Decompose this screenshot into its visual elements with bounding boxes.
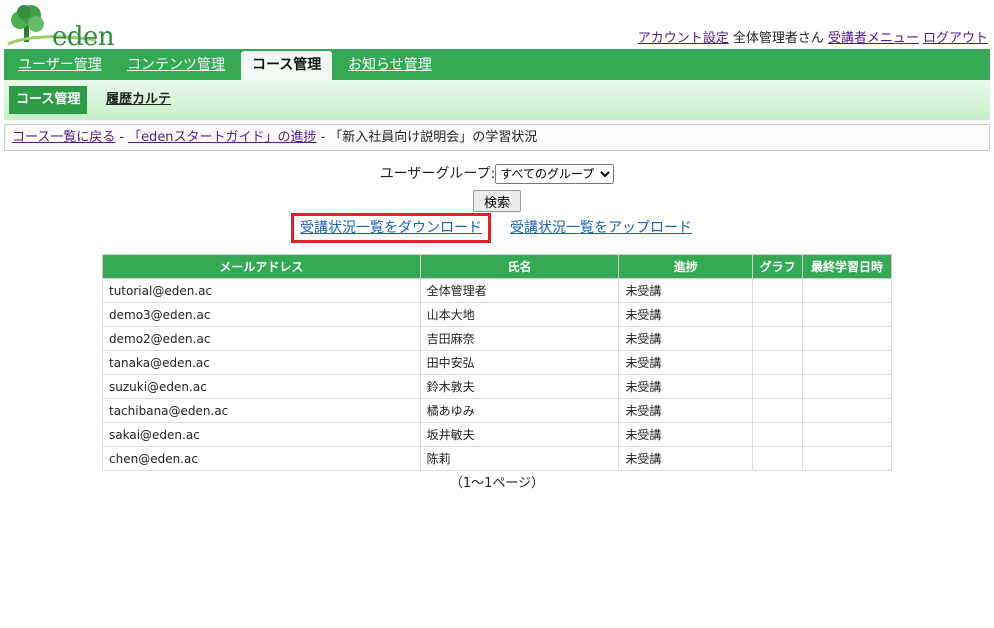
cell-graph xyxy=(752,278,804,303)
breadcrumb-course-list-link[interactable]: コース一覧に戻る xyxy=(12,130,115,145)
tab-notice-management[interactable]: お知らせ管理 xyxy=(348,51,432,80)
tab-course-management[interactable]: コース管理 xyxy=(241,51,333,80)
col-header-graph: グラフ xyxy=(752,254,804,279)
cell-email: tachibana@eden.ac xyxy=(102,398,421,423)
table-row: sakai@eden.ac 坂井敏夫 未受講 xyxy=(102,422,892,447)
col-header-progress[interactable]: 進捗 xyxy=(618,254,754,279)
cell-last-study xyxy=(802,398,892,423)
cell-graph xyxy=(752,446,804,471)
group-filter-label: ユーザーグループ: xyxy=(379,166,496,182)
logo-text: eden xyxy=(52,22,115,52)
tab-user-management[interactable]: ユーザー管理 xyxy=(18,51,102,80)
cell-name: 山本大地 xyxy=(419,302,620,327)
eden-logo[interactable]: eden xyxy=(6,4,115,52)
cell-graph xyxy=(752,350,804,375)
user-label: 全体管理者さん xyxy=(732,31,824,46)
cell-email: suzuki@eden.ac xyxy=(102,374,421,399)
cell-progress: 未受講 xyxy=(618,398,754,423)
cell-progress: 未受講 xyxy=(618,350,754,375)
cell-graph xyxy=(752,374,804,399)
cell-last-study xyxy=(802,446,892,471)
col-header-name[interactable]: 氏名 xyxy=(419,254,620,279)
cell-last-study xyxy=(802,350,892,375)
cell-name: 全体管理者 xyxy=(419,278,620,303)
download-status-link[interactable]: 受講状況一覧をダウンロード xyxy=(300,220,482,236)
cell-progress: 未受講 xyxy=(618,374,754,399)
group-filter: ユーザーグループ: すべてのグループ xyxy=(0,163,994,184)
cell-graph xyxy=(752,302,804,327)
subtab-course-management[interactable]: コース管理 xyxy=(9,86,88,114)
cell-last-study xyxy=(802,422,892,447)
cell-last-study xyxy=(802,302,892,327)
table-row: tachibana@eden.ac 橘あゆみ 未受講 xyxy=(102,398,892,423)
breadcrumb-current: 「新入社員向け説明会」の学習状況 xyxy=(329,130,538,145)
sub-nav: コース管理 履歴カルテ xyxy=(4,80,990,120)
cell-email: chen@eden.ac xyxy=(102,446,421,471)
cell-name: 陈莉 xyxy=(419,446,620,471)
subtab-history[interactable]: 履歴カルテ xyxy=(106,86,171,114)
col-header-last-study[interactable]: 最終学習日時 xyxy=(802,254,892,279)
col-header-email[interactable]: メールアドレス xyxy=(102,254,421,279)
group-select[interactable]: すべてのグループ xyxy=(495,164,615,184)
table-row: tutorial@eden.ac 全体管理者 未受講 xyxy=(102,278,892,303)
cell-email: tutorial@eden.ac xyxy=(102,278,421,303)
student-menu-link[interactable]: 受講者メニュー xyxy=(828,31,919,46)
action-links: 受講状況一覧をダウンロード 受講状況一覧をアップロード xyxy=(0,213,994,243)
cell-progress: 未受講 xyxy=(618,446,754,471)
cell-graph xyxy=(752,326,804,351)
header: eden アカウント設定 全体管理者さん 受講者メニュー ログアウト xyxy=(0,0,994,52)
cell-progress: 未受講 xyxy=(618,278,754,303)
breadcrumb: コース一覧に戻る - 「edenスタートガイド」の進捗 - 「新入社員向け説明会」の学習… xyxy=(4,124,990,151)
logout-link[interactable]: ログアウト xyxy=(923,31,988,46)
search-button[interactable]: 検索 xyxy=(473,190,521,212)
cell-graph xyxy=(752,398,804,423)
breadcrumb-course-progress-link[interactable]: 「edenスタートガイド」の進捗 xyxy=(128,130,317,145)
learning-status-table: メールアドレス 氏名 進捗 グラフ 最終学習日時 tutorial@eden.a… xyxy=(102,254,892,471)
cell-email: demo2@eden.ac xyxy=(102,326,421,351)
table-row: suzuki@eden.ac 鈴木敦夫 未受講 xyxy=(102,374,892,399)
cell-name: 吉田麻奈 xyxy=(419,326,620,351)
table-row: demo3@eden.ac 山本大地 未受講 xyxy=(102,302,892,327)
cell-last-study xyxy=(802,374,892,399)
cell-graph xyxy=(752,422,804,447)
cell-email: sakai@eden.ac xyxy=(102,422,421,447)
cell-last-study xyxy=(802,326,892,351)
download-highlight: 受講状況一覧をダウンロード xyxy=(291,213,491,243)
cell-progress: 未受講 xyxy=(618,422,754,447)
cell-name: 橘あゆみ xyxy=(419,398,620,423)
cell-progress: 未受講 xyxy=(618,302,754,327)
main-nav: ユーザー管理 コンテンツ管理 コース管理 お知らせ管理 xyxy=(4,49,990,80)
pager: （1～1ページ） xyxy=(449,476,545,491)
account-settings-link[interactable]: アカウント設定 xyxy=(638,31,729,46)
cell-progress: 未受講 xyxy=(618,326,754,351)
cell-name: 坂井敏夫 xyxy=(419,422,620,447)
table-row: demo2@eden.ac 吉田麻奈 未受講 xyxy=(102,326,892,351)
cell-email: demo3@eden.ac xyxy=(102,302,421,327)
cell-name: 田中安弘 xyxy=(419,350,620,375)
breadcrumb-separator: - xyxy=(119,130,125,145)
cell-last-study xyxy=(802,278,892,303)
breadcrumb-separator: - xyxy=(320,130,326,145)
table-row: tanaka@eden.ac 田中安弘 未受講 xyxy=(102,350,892,375)
upload-status-link[interactable]: 受講状況一覧をアップロード xyxy=(510,216,692,240)
table-row: chen@eden.ac 陈莉 未受講 xyxy=(102,446,892,471)
top-links: アカウント設定 全体管理者さん 受講者メニュー ログアウト xyxy=(638,27,988,46)
tab-content-management[interactable]: コンテンツ管理 xyxy=(127,51,225,80)
cell-name: 鈴木敦夫 xyxy=(419,374,620,399)
cell-email: tanaka@eden.ac xyxy=(102,350,421,375)
table-header-row: メールアドレス 氏名 進捗 グラフ 最終学習日時 xyxy=(102,254,892,279)
